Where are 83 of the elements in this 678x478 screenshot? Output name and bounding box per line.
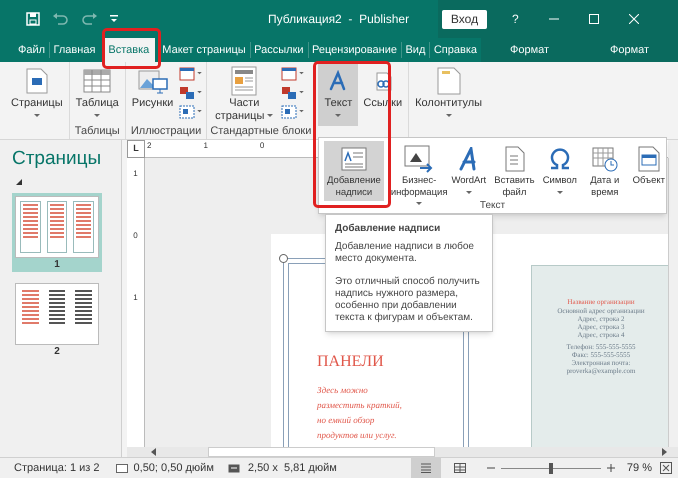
- ribbon-button[interactable]: Колонтитулы: [412, 62, 486, 126]
- ribbon-tab[interactable]: Вставка: [102, 38, 156, 62]
- highlight-frame: [102, 28, 161, 69]
- zoom-in-icon[interactable]: [606, 464, 615, 472]
- group-label: Текст: [480, 200, 506, 211]
- ribbon-tab[interactable]: Файл: [14, 38, 50, 62]
- small-ribbon-button[interactable]: [280, 65, 306, 82]
- collapse-icon[interactable]: [16, 179, 22, 185]
- ribbon-button[interactable]: Таблица: [72, 62, 122, 126]
- single-page-view-button[interactable]: [410, 458, 441, 478]
- body-text-line: продуктов или услуг.: [317, 429, 397, 441]
- dropdown-caret-icon: [197, 91, 202, 94]
- size-status: 2,50 x 5,81 дюйм: [248, 460, 337, 476]
- zoom-slider[interactable]: [500, 462, 601, 474]
- size-icon: [228, 464, 240, 472]
- format-tab[interactable]: Формат: [481, 38, 578, 62]
- ribbon-tab[interactable]: Макет страницы: [158, 38, 250, 62]
- ribbon-button-icon: [231, 66, 258, 96]
- tooltip-text: Это отличный способ получить надпись нужного размера, особенно при добавлении текста к фигурам и объектам.: [335, 276, 481, 324]
- ribbon-tab[interactable]: Рецензирование: [308, 38, 401, 62]
- frame-icon: [281, 104, 298, 118]
- fit-page-icon[interactable]: [660, 462, 672, 474]
- dropdown-caret-icon: [299, 72, 304, 75]
- ribbon-tab[interactable]: Справка: [430, 38, 482, 62]
- shapes-icon: [179, 86, 196, 100]
- ribbon-button[interactable]: Страницы: [8, 62, 66, 126]
- position-icon: [116, 464, 128, 472]
- dropdown-caret-icon: [197, 110, 202, 113]
- redo-icon[interactable]: [82, 13, 98, 25]
- dropdown-caret-icon: [299, 91, 304, 94]
- dropdown-caret-icon: [299, 110, 304, 113]
- ribbon-button[interactable]: Части страницы: [210, 62, 278, 126]
- ribbon-button[interactable]: Текст: [318, 62, 358, 126]
- shapes-icon: [281, 86, 298, 100]
- ribbon-tab[interactable]: Вид: [401, 38, 430, 62]
- ribbon-button-icon: [26, 66, 48, 96]
- window-icon: [281, 66, 298, 80]
- group-label: Таблицы: [74, 126, 121, 138]
- pane-title: Страницы: [12, 147, 102, 171]
- vertical-ruler: 1 0 1: [127, 158, 145, 447]
- body-text-line: разместить краткий,: [317, 399, 402, 411]
- small-ribbon-button[interactable]: [178, 103, 204, 120]
- maximize-icon[interactable]: [588, 14, 599, 24]
- scrollbar-thumb[interactable]: [208, 447, 435, 457]
- group-label: Иллюстрации: [130, 126, 202, 138]
- tooltip-text: Добавление надписи в любое место документа.: [335, 241, 475, 265]
- save-icon[interactable]: [26, 12, 40, 26]
- body-text-line: но емкий обзор: [317, 414, 374, 426]
- slider-thumb[interactable]: [548, 462, 553, 474]
- ribbon-tab[interactable]: Главная: [50, 38, 100, 62]
- small-ribbon-button[interactable]: [178, 65, 204, 82]
- undo-icon[interactable]: [52, 13, 68, 25]
- zoom-level: 79 %: [626, 460, 652, 476]
- body-text-line: Здесь можно: [317, 384, 368, 396]
- text-menu-item[interactable]: Добавление надписи: [324, 141, 384, 201]
- selection-handle[interactable]: [279, 254, 288, 263]
- page-status: Страница: 1 из 2: [14, 460, 100, 476]
- ruler-corner-button[interactable]: L: [127, 140, 145, 158]
- small-ribbon-button[interactable]: [178, 84, 204, 101]
- window-title: Публикация2 - Publisher: [268, 11, 410, 28]
- group-label: Стандартные блоки: [210, 126, 312, 138]
- page-thumbnail[interactable]: 1: [12, 193, 102, 272]
- help-button[interactable]: ?: [512, 10, 519, 28]
- ribbon-button[interactable]: Рисунки: [128, 62, 176, 126]
- ribbon-tab[interactable]: Рассылки: [250, 38, 308, 62]
- small-ribbon-button[interactable]: [280, 84, 306, 101]
- dropdown-caret-icon: [197, 72, 202, 75]
- format-tab[interactable]: Формат: [581, 38, 678, 62]
- position-status: 0,50; 0,50 дюйм: [134, 460, 214, 476]
- grid-icon: [454, 463, 466, 473]
- menu-item-icon: [503, 144, 526, 174]
- menu-item-icon: [404, 144, 434, 174]
- ribbon-button-icon: [436, 66, 461, 96]
- page-lines-icon: [420, 463, 432, 473]
- close-icon[interactable]: [628, 14, 639, 24]
- tooltip-title: Добавление надписи: [335, 222, 442, 236]
- panel-heading: ПАНЕЛИ: [317, 352, 384, 372]
- small-ribbon-button[interactable]: [280, 103, 306, 120]
- frame-icon: [179, 104, 196, 118]
- customize-icon[interactable]: [110, 15, 118, 23]
- menu-item-icon: [638, 144, 660, 174]
- sign-in-button[interactable]: Вход: [442, 10, 487, 28]
- window-icon: [179, 66, 196, 80]
